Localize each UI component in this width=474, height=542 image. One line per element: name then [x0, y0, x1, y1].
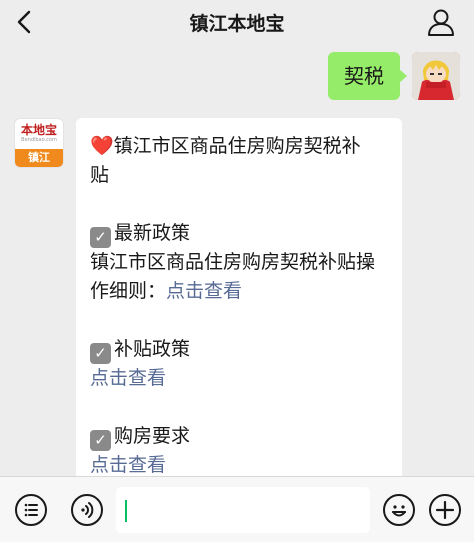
section-latest-policy-text-2: 作细则：点击查看 [90, 277, 390, 306]
message-headline-line-1: ❤️镇江市区商品住房购房契税补 [90, 132, 390, 161]
input-bar [0, 476, 474, 542]
view-details-link[interactable]: 点击查看 [166, 280, 242, 302]
subsidy-policy-link[interactable]: 点击查看 [90, 364, 390, 393]
user-avatar[interactable] [412, 52, 460, 100]
heart-icon: ❤️ [90, 135, 114, 157]
bot-avatar-top: 本地宝 Bendibao.com [15, 119, 63, 149]
section-subsidy-policy: ✓ 补贴政策 [90, 335, 390, 364]
text-caret [125, 500, 127, 522]
page-title: 镇江本地宝 [189, 13, 285, 35]
details-prefix: 作细则： [90, 280, 167, 302]
emoji-icon[interactable] [383, 494, 415, 526]
sent-message-bubble[interactable]: 契税 [328, 52, 407, 100]
bot-avatar-city: 镇江 [15, 149, 63, 167]
received-message-bubble: ❤️镇江市区商品住房购房契税补 贴 ✓ 最新政策 镇江市区商品住房购房契税补贴操 … [76, 118, 402, 490]
list-menu-icon[interactable] [15, 494, 47, 526]
section-purchase-requirements: ✓ 购房要求 [90, 422, 390, 451]
sent-message: 契税 [328, 52, 460, 104]
headline-text-1: 镇江市区商品住房购房契税补 [113, 135, 361, 157]
message-input[interactable] [116, 487, 370, 533]
bot-avatar-logo: 本地宝 [20, 123, 57, 137]
top-nav-bar: 镇江本地宝 [0, 0, 474, 44]
section-latest-policy-text: 镇江市区商品住房购房契税补贴操 [90, 251, 376, 273]
section-latest-policy: ✓ 最新政策 [90, 219, 390, 248]
checkbox-icon: ✓ [90, 343, 111, 364]
section-title-latest-policy: 最新政策 [114, 222, 191, 244]
checkbox-icon: ✓ [90, 227, 111, 248]
user-icon[interactable] [426, 7, 456, 37]
section-title-purchase-requirements: 购房要求 [114, 425, 191, 447]
bot-avatar-url: Bendibao.com [21, 137, 57, 143]
voice-icon[interactable] [71, 494, 103, 526]
plus-icon[interactable] [429, 494, 461, 526]
section-title-subsidy-policy: 补贴政策 [114, 338, 191, 360]
checkbox-icon: ✓ [90, 430, 111, 451]
bot-avatar[interactable]: 本地宝 Bendibao.com 镇江 [14, 118, 64, 168]
headline-text-2: 贴 [90, 164, 110, 186]
